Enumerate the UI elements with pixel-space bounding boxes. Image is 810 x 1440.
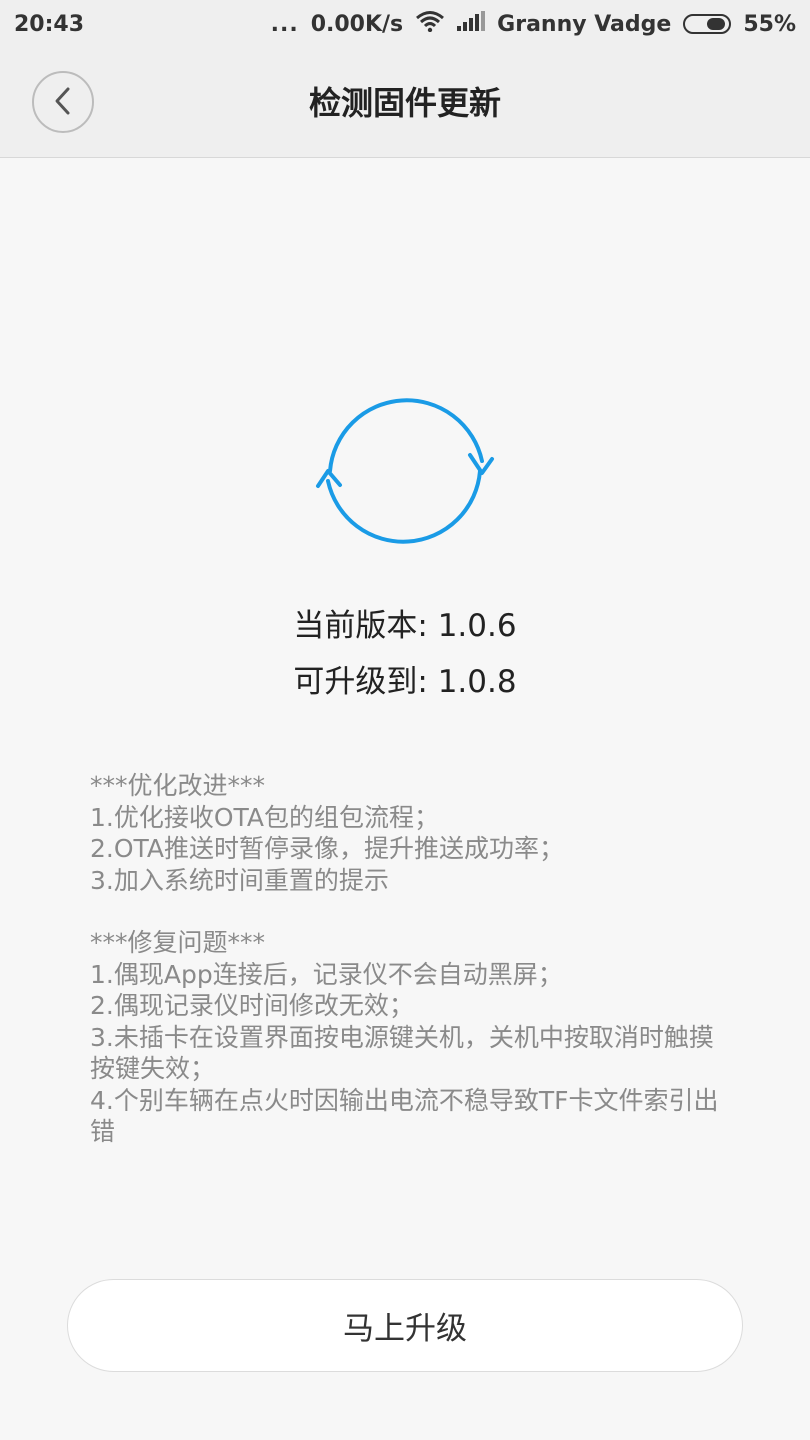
net-speed: 0.00K/s — [310, 11, 404, 37]
notes-heading-improvements: ***优化改进*** — [90, 771, 266, 800]
note-item: 4.个别车辆在点火时因输出电流不稳导致TF卡文件索引出错 — [90, 1085, 719, 1147]
note-item: 2.OTA推送时暂停录像，提升推送成功率； — [90, 834, 564, 863]
release-notes: ***优化改进*** 1.优化接收OTA包的组包流程； 2.OTA推送时暂停录像… — [90, 770, 730, 1148]
note-item: 1.优化接收OTA包的组包流程； — [90, 802, 439, 832]
target-version: 可升级到: 1.0.8 — [293, 664, 517, 700]
carrier-name: Granny Vadge — [497, 11, 672, 37]
note-item: 1.偶现App连接后，记录仪不会自动黑屏； — [90, 959, 563, 989]
note-item: 3.未插卡在设置界面按电源键关机，关机中按取消时触摸按键失效； — [90, 1022, 714, 1084]
note-item: 2.偶现记录仪时间修改无效； — [90, 991, 414, 1020]
page-title: 检测固件更新 — [308, 84, 501, 122]
status-dots: ... — [270, 11, 299, 37]
wifi-icon — [415, 10, 445, 38]
battery-icon — [683, 14, 732, 34]
signal-icon — [457, 11, 486, 37]
status-right: ... 0.00K/s Granny Vadge 55% — [271, 10, 796, 38]
current-version: 当前版本: 1.0.6 — [293, 608, 517, 644]
status-time: 20:43 — [14, 11, 85, 37]
notes-heading-fixes: ***修复问题*** — [90, 928, 266, 957]
note-item: 3.加入系统时间重置的提示 — [90, 865, 389, 895]
refresh-icon — [310, 385, 500, 560]
upgrade-now-button[interactable]: 马上升级 — [67, 1279, 743, 1372]
app-header: 检测固件更新 — [0, 48, 810, 158]
battery-level: 55% — [743, 11, 796, 37]
status-bar: 20:43 ... 0.00K/s Granny Vadge 55% — [0, 0, 810, 48]
